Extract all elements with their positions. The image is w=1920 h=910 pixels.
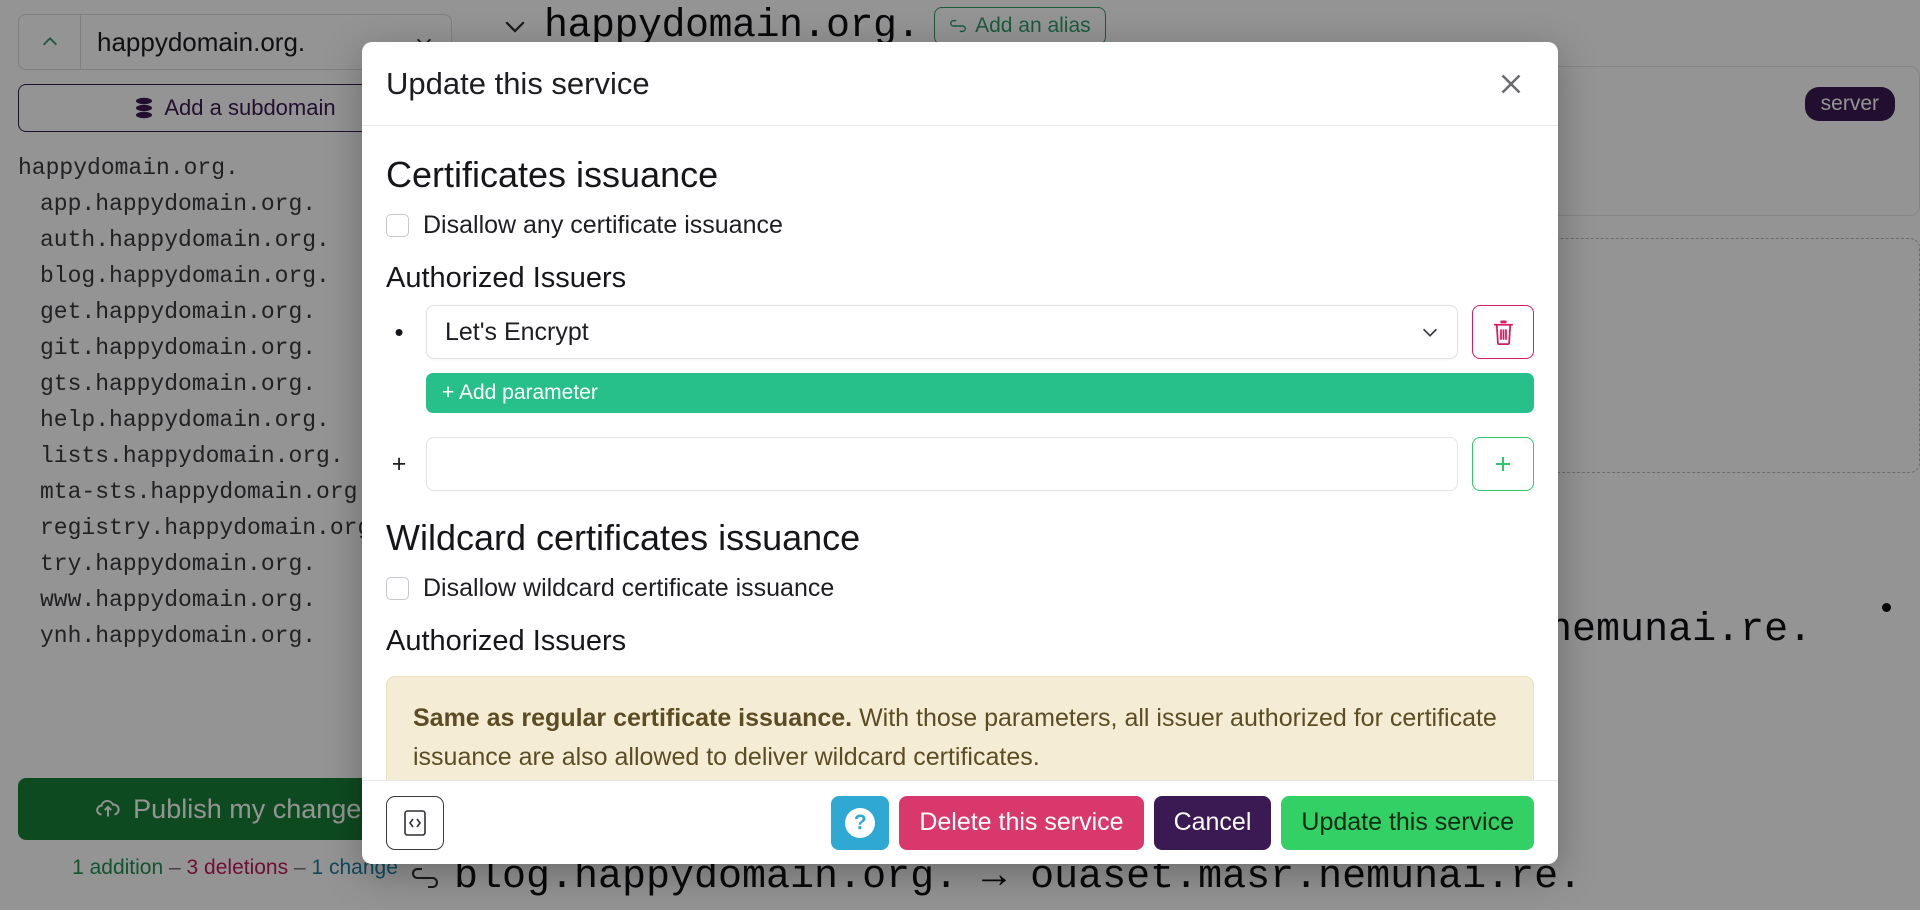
new-issuer-input[interactable] [426,437,1458,491]
certificates-issuance-heading: Certificates issuance [386,152,1534,197]
authorized-issuers-heading-2: Authorized Issuers [386,625,1534,658]
disallow-any-certificate-checkbox[interactable] [386,214,409,237]
help-label: ? [845,808,875,838]
trash-icon [1491,319,1516,346]
modal-footer-actions: ? Delete this service Cancel Update this… [831,796,1534,850]
issuer-row: • Let's Encrypt [386,305,1534,359]
modal-header: Update this service [362,42,1558,126]
update-service-button[interactable]: Update this service [1281,796,1534,850]
new-issuer-lead: + [386,450,412,479]
chevron-down-icon [1419,321,1441,343]
new-issuer-row: + [386,437,1534,491]
disallow-any-certificate-row[interactable]: Disallow any certificate issuance [386,211,1534,240]
disallow-any-certificate-label: Disallow any certificate issuance [423,211,783,240]
disallow-wildcard-certificate-checkbox[interactable] [386,577,409,600]
wildcard-alert: Same as regular certificate issuance. Wi… [386,676,1534,780]
help-button[interactable]: ? [831,796,889,850]
plus-icon [1491,452,1515,476]
wildcard-alert-strong: Same as regular certificate issuance. [413,704,852,732]
close-icon[interactable] [1494,67,1528,101]
add-parameter-button[interactable]: + Add parameter [426,373,1534,413]
modal-title: Update this service [386,66,650,102]
issuer-bullet: • [386,319,412,345]
authorized-issuers-heading-1: Authorized Issuers [386,262,1534,295]
wildcard-issuance-heading: Wildcard certificates issuance [386,515,1534,560]
disallow-wildcard-certificate-label: Disallow wildcard certificate issuance [423,574,834,603]
modal-body: Certificates issuance Disallow any certi… [362,126,1558,780]
delete-issuer-button[interactable] [1472,305,1534,359]
add-issuer-button[interactable] [1472,437,1534,491]
show-code-button[interactable] [386,796,444,850]
cancel-button[interactable]: Cancel [1154,796,1272,850]
delete-service-button[interactable]: Delete this service [899,796,1143,850]
update-service-modal: Update this service Certificates issuanc… [362,42,1558,864]
code-icon [402,808,428,838]
disallow-wildcard-certificate-row[interactable]: Disallow wildcard certificate issuance [386,574,1534,603]
issuer-select-value: Let's Encrypt [445,318,589,347]
issuer-select[interactable]: Let's Encrypt [426,305,1458,359]
modal-footer: ? Delete this service Cancel Update this… [362,780,1558,864]
